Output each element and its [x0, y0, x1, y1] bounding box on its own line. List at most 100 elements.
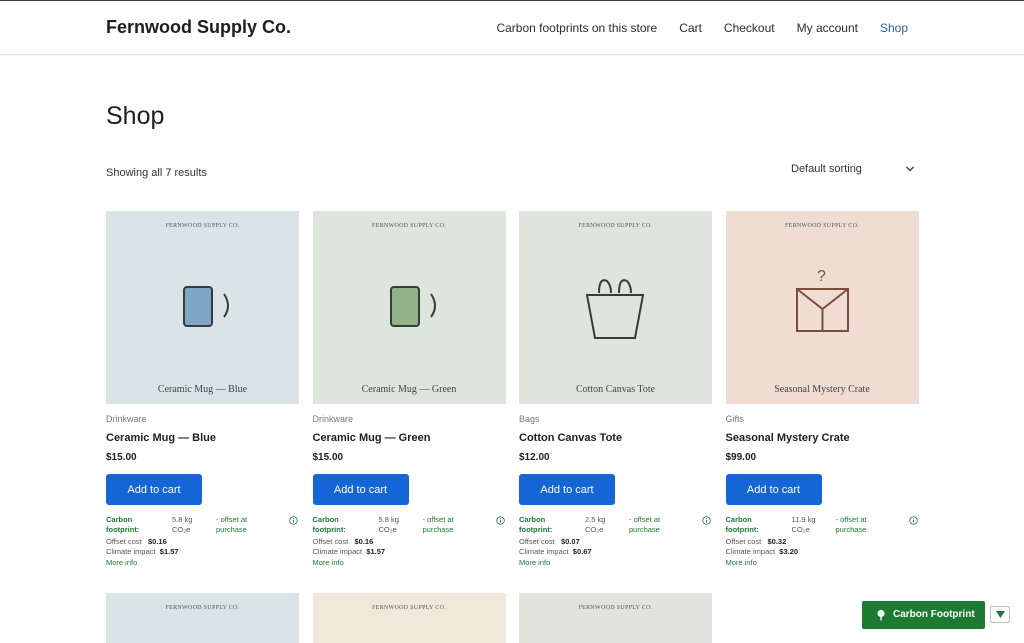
add-to-cart-button[interactable]: Add to cart	[312, 474, 409, 505]
offset-cost-value: $0.16	[354, 537, 374, 546]
tree-icon	[877, 609, 885, 621]
more-info-link[interactable]: More info	[519, 558, 550, 568]
carbon-footprint-amount: 5.8 kg CO₂e	[172, 515, 193, 534]
product-name[interactable]: Ceramic Mug — Green	[313, 432, 431, 444]
product-card: FERNWOOD SUPPLY CO. Ceramic Mug — Blue D…	[106, 211, 299, 567]
nav-item-carbon-footprints[interactable]: Carbon footprints on this store	[496, 21, 657, 35]
mug-icon	[389, 286, 436, 327]
page-title: Shop	[106, 102, 165, 130]
offset-cost-row: Offset cost $0.16	[313, 537, 374, 547]
carbon-footprint-label: Carbon footprint:	[312, 515, 346, 534]
climate-impact-row: Climate impact $0.67	[519, 547, 592, 557]
image-caption: Cotton Canvas Tote	[575, 384, 656, 395]
carbon-footprint-widget-button[interactable]: Carbon Footprint	[862, 601, 985, 629]
product-category: Drinkware	[312, 414, 354, 424]
product-price: $15.00	[106, 452, 137, 463]
product-card: FERNWOOD SUPPLY CO. ? Seasonal Mystery C…	[725, 211, 919, 567]
sorting-select[interactable]: Default sorting	[791, 163, 919, 181]
product-price: $15.00	[312, 452, 344, 463]
product-image[interactable]: FERNWOOD SUPPLY CO.	[519, 593, 712, 643]
climate-impact-value: $0.67	[572, 547, 592, 556]
product-price: $12.00	[519, 452, 550, 463]
tote-bag-icon	[585, 279, 645, 339]
offset-note: - offset at purchase	[629, 515, 661, 534]
carbon-footprint-amount: 11.9 kg CO₂e	[791, 515, 816, 534]
product-card: FERNWOOD SUPPLY CO. Cotton Canvas Tote B…	[519, 211, 712, 567]
product-name[interactable]: Cotton Canvas Tote	[519, 432, 622, 444]
product-category: Drinkware	[106, 414, 147, 424]
info-icon[interactable]	[702, 516, 711, 525]
sorting-value: Default sorting	[791, 163, 862, 175]
add-to-cart-button[interactable]: Add to cart	[106, 474, 202, 505]
climate-impact-value: $3.20	[779, 547, 799, 556]
result-count: Showing all 7 results	[106, 167, 207, 179]
climate-impact-value: $1.57	[366, 547, 386, 556]
add-to-cart-button[interactable]: Add to cart	[725, 474, 822, 505]
offset-cost-label: Offset cost	[106, 537, 142, 546]
product-name[interactable]: Ceramic Mug — Blue	[106, 432, 216, 444]
more-info-link[interactable]: More info	[106, 558, 137, 568]
brand-mark: FERNWOOD SUPPLY CO.	[165, 605, 240, 611]
offset-cost-value: $0.16	[147, 537, 167, 546]
carbon-footprint-label: Carbon footprint:	[106, 515, 140, 534]
brand-mark: FERNWOOD SUPPLY CO.	[371, 605, 447, 611]
widget-toggle-button[interactable]	[990, 606, 1010, 623]
site-title[interactable]: Fernwood Supply Co.	[106, 17, 291, 38]
mug-icon	[183, 286, 229, 327]
offset-note: - offset at purchase	[835, 515, 867, 534]
product-image[interactable]: FERNWOOD SUPPLY CO.	[312, 593, 506, 643]
product-price: $99.00	[725, 452, 757, 463]
product-category: Bags	[519, 414, 540, 424]
climate-impact-label: Climate impact	[106, 547, 156, 556]
nav-item-checkout[interactable]: Checkout	[724, 21, 775, 35]
info-icon[interactable]	[908, 516, 918, 525]
climate-impact-row: Climate impact $1.57	[106, 547, 179, 557]
image-caption: Seasonal Mystery Crate	[774, 384, 870, 395]
main-nav: Carbon footprints on this store Cart Che…	[496, 21, 908, 35]
carbon-footprint-label: Carbon footprint:	[725, 515, 759, 534]
caret-down-icon	[996, 611, 1005, 618]
product-card: FERNWOOD SUPPLY CO. Ceramic Mug — Green …	[312, 211, 506, 567]
chevron-down-icon	[906, 166, 914, 172]
climate-impact-label: Climate impact	[725, 547, 776, 556]
nav-item-my-account[interactable]: My account	[797, 21, 858, 35]
product-card: FERNWOOD SUPPLY CO.	[312, 593, 506, 643]
offset-cost-value: $0.32	[767, 537, 787, 546]
offset-cost-label: Offset cost	[725, 537, 762, 546]
info-icon[interactable]	[495, 516, 505, 525]
offset-cost-row: Offset cost $0.07	[519, 537, 580, 547]
product-card: FERNWOOD SUPPLY CO.	[519, 593, 712, 643]
svg-text:?: ?	[817, 268, 826, 285]
product-card: FERNWOOD SUPPLY CO.	[106, 593, 299, 643]
product-image[interactable]: FERNWOOD SUPPLY CO. Ceramic Mug — Blue	[106, 211, 299, 404]
carbon-footprint-widget-label: Carbon Footprint	[893, 609, 975, 620]
carbon-footprint-amount: 5.8 kg CO₂e	[378, 515, 399, 534]
product-image[interactable]: FERNWOOD SUPPLY CO. Cotton Canvas Tote	[519, 211, 712, 404]
nav-item-shop[interactable]: Shop	[880, 21, 908, 35]
nav-item-cart[interactable]: Cart	[679, 21, 702, 35]
info-icon[interactable]	[289, 516, 298, 525]
site-header: Fernwood Supply Co. Carbon footprints on…	[0, 1, 1024, 55]
brand-mark: FERNWOOD SUPPLY CO.	[578, 605, 653, 611]
mystery-box-icon: ?	[795, 268, 849, 332]
more-info-link[interactable]: More info	[726, 558, 757, 568]
product-category: Gifts	[725, 414, 745, 424]
offset-cost-label: Offset cost	[312, 537, 349, 546]
carbon-footprint-amount: 2.5 kg CO₂e	[585, 515, 606, 534]
climate-impact-row: Climate impact $1.57	[313, 547, 386, 557]
climate-impact-label: Climate impact	[312, 547, 363, 556]
product-image[interactable]: FERNWOOD SUPPLY CO.	[106, 593, 299, 643]
offset-note: - offset at purchase	[216, 515, 248, 534]
offset-cost-row: Offset cost $0.32	[726, 537, 787, 547]
product-name[interactable]: Seasonal Mystery Crate	[726, 432, 850, 444]
climate-impact-value: $1.57	[159, 547, 179, 556]
climate-impact-row: Climate impact $3.20	[726, 547, 799, 557]
climate-impact-label: Climate impact	[519, 547, 569, 556]
product-image[interactable]: FERNWOOD SUPPLY CO. Ceramic Mug — Green	[312, 211, 506, 404]
offset-cost-label: Offset cost	[519, 537, 555, 546]
more-info-link[interactable]: More info	[313, 558, 344, 568]
add-to-cart-button[interactable]: Add to cart	[519, 474, 615, 505]
offset-cost-value: $0.07	[560, 537, 580, 546]
product-image[interactable]: FERNWOOD SUPPLY CO. ? Seasonal Mystery C…	[725, 211, 919, 404]
carbon-footprint-label: Carbon footprint:	[519, 515, 553, 534]
